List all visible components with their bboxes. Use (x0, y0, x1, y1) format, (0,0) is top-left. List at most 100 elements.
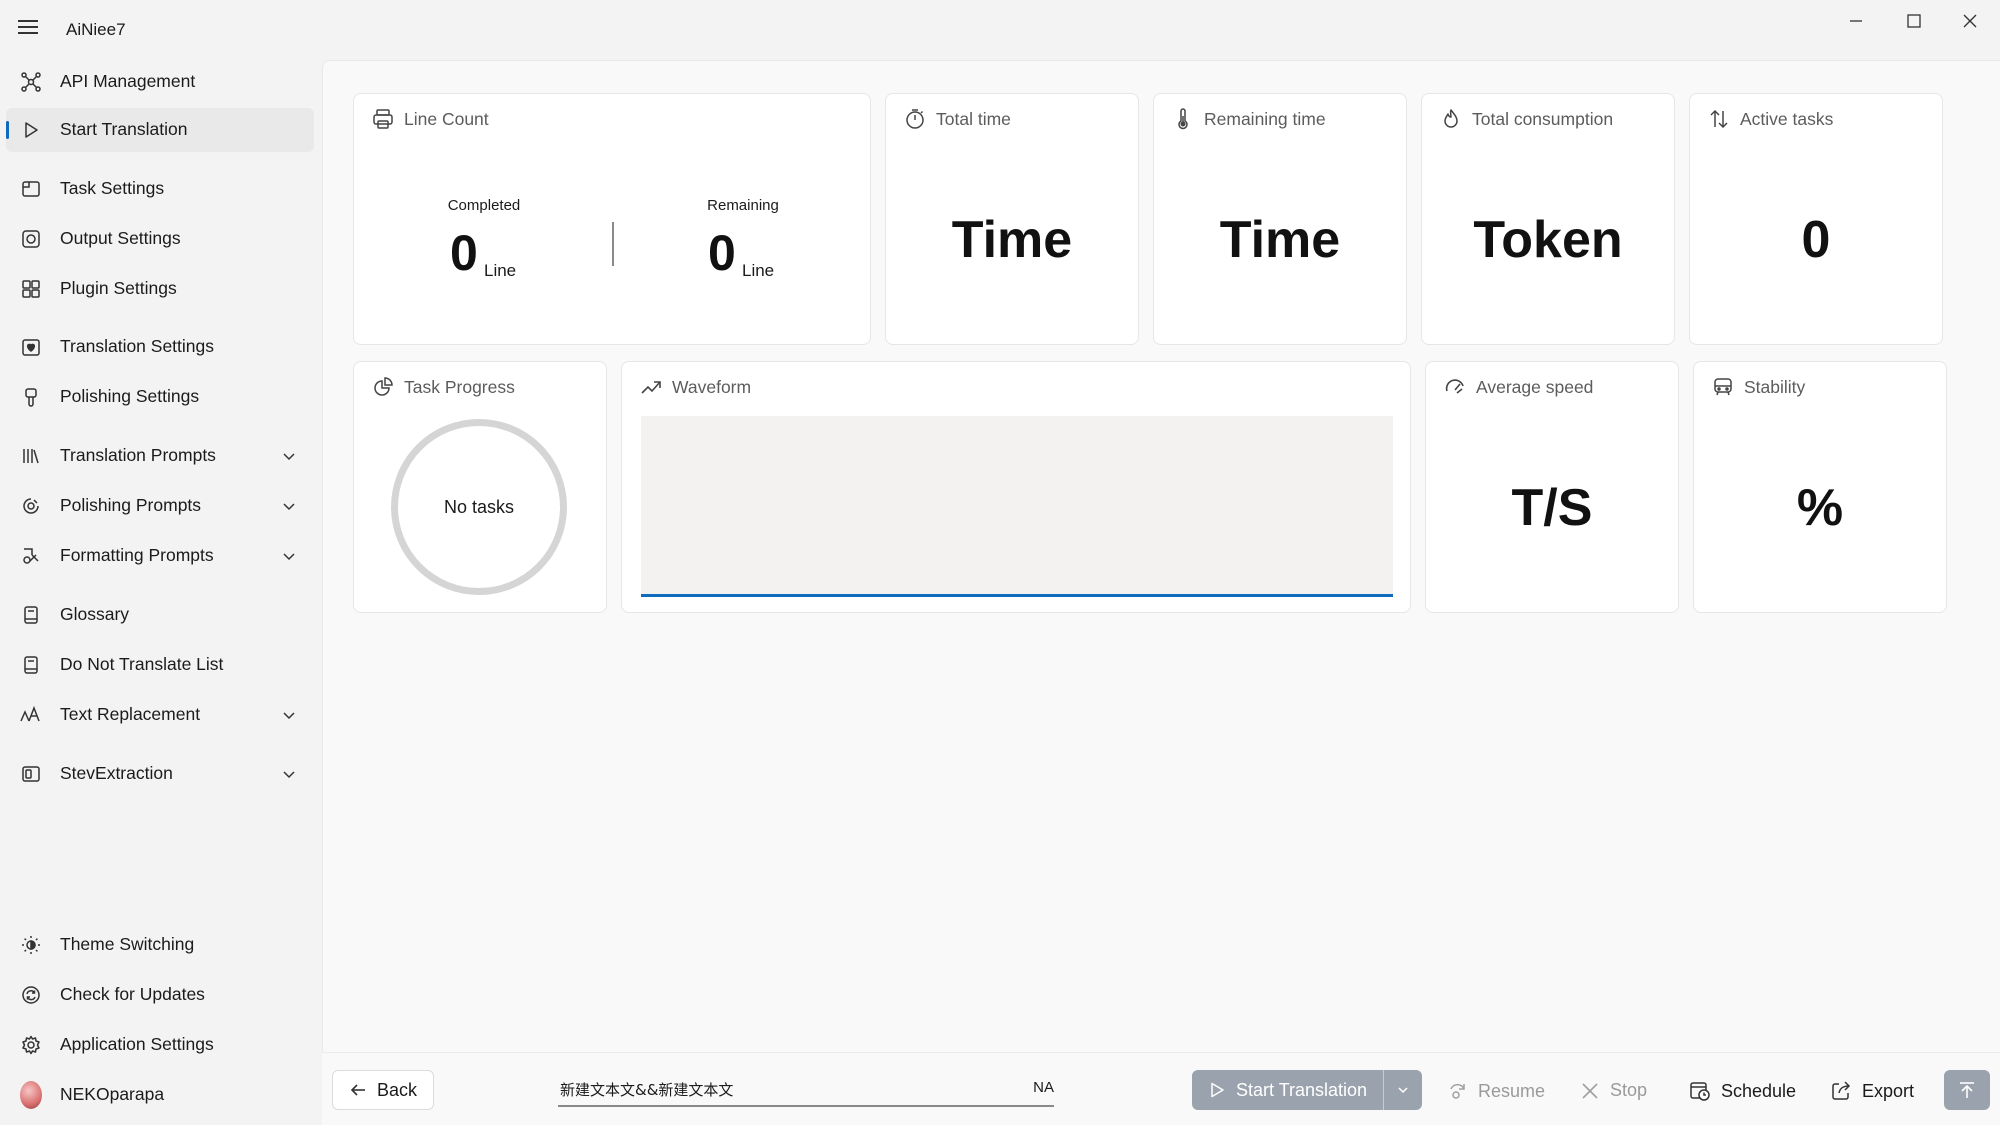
sidebar-item-label: Application Settings (60, 1034, 214, 1054)
file-status: NA (1033, 1079, 1054, 1096)
sidebar-item-formatting-prompts[interactable]: Formatting Prompts (6, 534, 314, 578)
task-progress-card: Task Progress No tasks (353, 361, 607, 613)
stability-card: Stability % (1693, 361, 1947, 613)
file-name-field[interactable]: 新建文本文&&新建文本文 NA (558, 1071, 1054, 1107)
start-translation-split-button: Start Translation (1192, 1070, 1423, 1110)
sync-icon (20, 984, 42, 1006)
translation-settings-icon (20, 336, 42, 358)
sidebar-item-user[interactable]: NEKOparapa (6, 1073, 314, 1117)
sidebar-item-start-translation[interactable]: Start Translation (6, 108, 314, 152)
user-name: NEKOparapa (60, 1084, 165, 1104)
font-size-icon (20, 704, 42, 726)
back-label: Back (377, 1079, 418, 1100)
back-button[interactable]: Back (332, 1070, 435, 1110)
resume-label: Resume (1478, 1080, 1546, 1101)
resume-icon (1450, 1083, 1465, 1099)
sidebar-item-label: Polishing Prompts (60, 495, 202, 515)
sidebar-item-label: Translation Settings (60, 336, 215, 356)
export-button[interactable]: Export (1830, 1080, 1914, 1102)
book-icon (20, 604, 42, 626)
card-title: Waveform (672, 376, 752, 397)
stop-button[interactable]: Stop (1580, 1080, 1647, 1101)
minimize-icon[interactable] (1828, 0, 1884, 42)
sidebar-item-plugin-settings[interactable]: Plugin Settings (6, 267, 314, 311)
printer-icon (372, 108, 394, 130)
sidebar-item-task-settings[interactable]: Task Settings (6, 167, 314, 211)
sidebar-item-label: Task Settings (60, 178, 165, 198)
title-bar: AiNiee7 (0, 0, 2000, 60)
library-icon (20, 445, 42, 467)
resume-button[interactable]: Resume (1446, 1080, 1545, 1102)
maximize-icon[interactable] (1886, 0, 1942, 42)
sidebar-item-label: Plugin Settings (60, 278, 177, 298)
sidebar-item-application-settings[interactable]: Application Settings (6, 1023, 314, 1067)
total-time-value: Time (951, 211, 1073, 269)
chevron-down-icon (283, 553, 295, 561)
close-icon (1582, 1082, 1598, 1099)
share-icon (1832, 1081, 1851, 1100)
sidebar-item-polishing-settings[interactable]: Polishing Settings (6, 375, 314, 419)
progress-status: No tasks (443, 496, 515, 517)
api-icon (20, 71, 42, 93)
format-icon (20, 545, 42, 567)
completed-value: 0 (450, 225, 478, 281)
menu-icon[interactable] (18, 16, 44, 42)
sidebar-item-label: Output Settings (60, 228, 181, 248)
sidebar-item-stevextraction[interactable]: StevExtraction (6, 752, 314, 796)
sidebar-item-polishing-prompts[interactable]: Polishing Prompts (6, 484, 314, 528)
sidebar-item-label: StevExtraction (60, 763, 173, 783)
schedule-button[interactable]: Schedule (1689, 1080, 1796, 1102)
stability-value: % (1796, 479, 1844, 537)
waveform-card: Waveform (621, 361, 1411, 613)
close-icon[interactable] (1942, 0, 1998, 42)
arrow-left-icon (350, 1084, 365, 1096)
start-options-dropdown[interactable] (1384, 1070, 1422, 1110)
sidebar-item-text-replacement[interactable]: Text Replacement (6, 693, 314, 737)
card-title: Average speed (1476, 376, 1594, 397)
total-time-card: Total time Time (885, 93, 1139, 345)
sidebar-item-label: Theme Switching (60, 934, 195, 954)
brush-icon (20, 386, 42, 408)
start-translation-button[interactable]: Start Translation (1192, 1070, 1383, 1110)
card-title: Stability (1744, 376, 1806, 397)
average-speed-value: T/S (1511, 479, 1593, 537)
card-title: Remaining time (1204, 108, 1326, 129)
timer-icon (904, 108, 926, 130)
arrow-sort-icon (1708, 108, 1730, 130)
sidebar-item-api-management[interactable]: API Management (6, 60, 314, 104)
plugin-icon (20, 278, 42, 300)
app-title: AiNiee7 (66, 20, 126, 39)
total-consumption-card: Total consumption Token (1421, 93, 1675, 345)
remaining-value: 0 (708, 225, 736, 281)
card-title: Active tasks (1740, 108, 1834, 129)
book-icon (20, 654, 42, 676)
sidebar-item-translation-settings[interactable]: Translation Settings (6, 325, 314, 369)
chevron-down-icon (283, 771, 295, 779)
sidebar-item-output-settings[interactable]: Output Settings (6, 217, 314, 261)
schedule-label: Schedule (1721, 1080, 1797, 1101)
sidebar-item-label: Polishing Settings (60, 386, 200, 406)
remaining-label: Remaining (707, 197, 779, 214)
total-consumption-value: Token (1473, 211, 1623, 269)
pie-chart-icon (372, 376, 394, 398)
output-icon (20, 228, 42, 250)
extraction-icon (20, 763, 42, 785)
scroll-to-top-button[interactable] (1944, 1070, 1990, 1110)
remaining-time-card: Remaining time Time (1153, 93, 1407, 345)
sidebar-item-translation-prompts[interactable]: Translation Prompts (6, 434, 314, 478)
remaining-unit: Line (742, 261, 775, 280)
progress-ring: No tasks (391, 419, 567, 595)
sidebar-item-do-not-translate[interactable]: Do Not Translate List (6, 643, 314, 687)
sidebar-item-theme-switching[interactable]: Theme Switching (6, 923, 314, 967)
file-name: 新建文本文&&新建文本文 (560, 1081, 734, 1099)
card-title: Total consumption (1472, 108, 1614, 129)
chevron-down-icon (283, 503, 295, 511)
completed-label: Completed (447, 197, 521, 214)
sidebar-item-glossary[interactable]: Glossary (6, 593, 314, 637)
sidebar-item-check-updates[interactable]: Check for Updates (6, 973, 314, 1017)
sidebar-item-label: Start Translation (60, 119, 188, 139)
chevron-down-icon (1398, 1087, 1408, 1094)
remaining-time-value: Time (1219, 211, 1341, 269)
sidebar-item-label: Check for Updates (60, 984, 205, 1004)
sidebar-item-label: Do Not Translate List (60, 654, 224, 674)
